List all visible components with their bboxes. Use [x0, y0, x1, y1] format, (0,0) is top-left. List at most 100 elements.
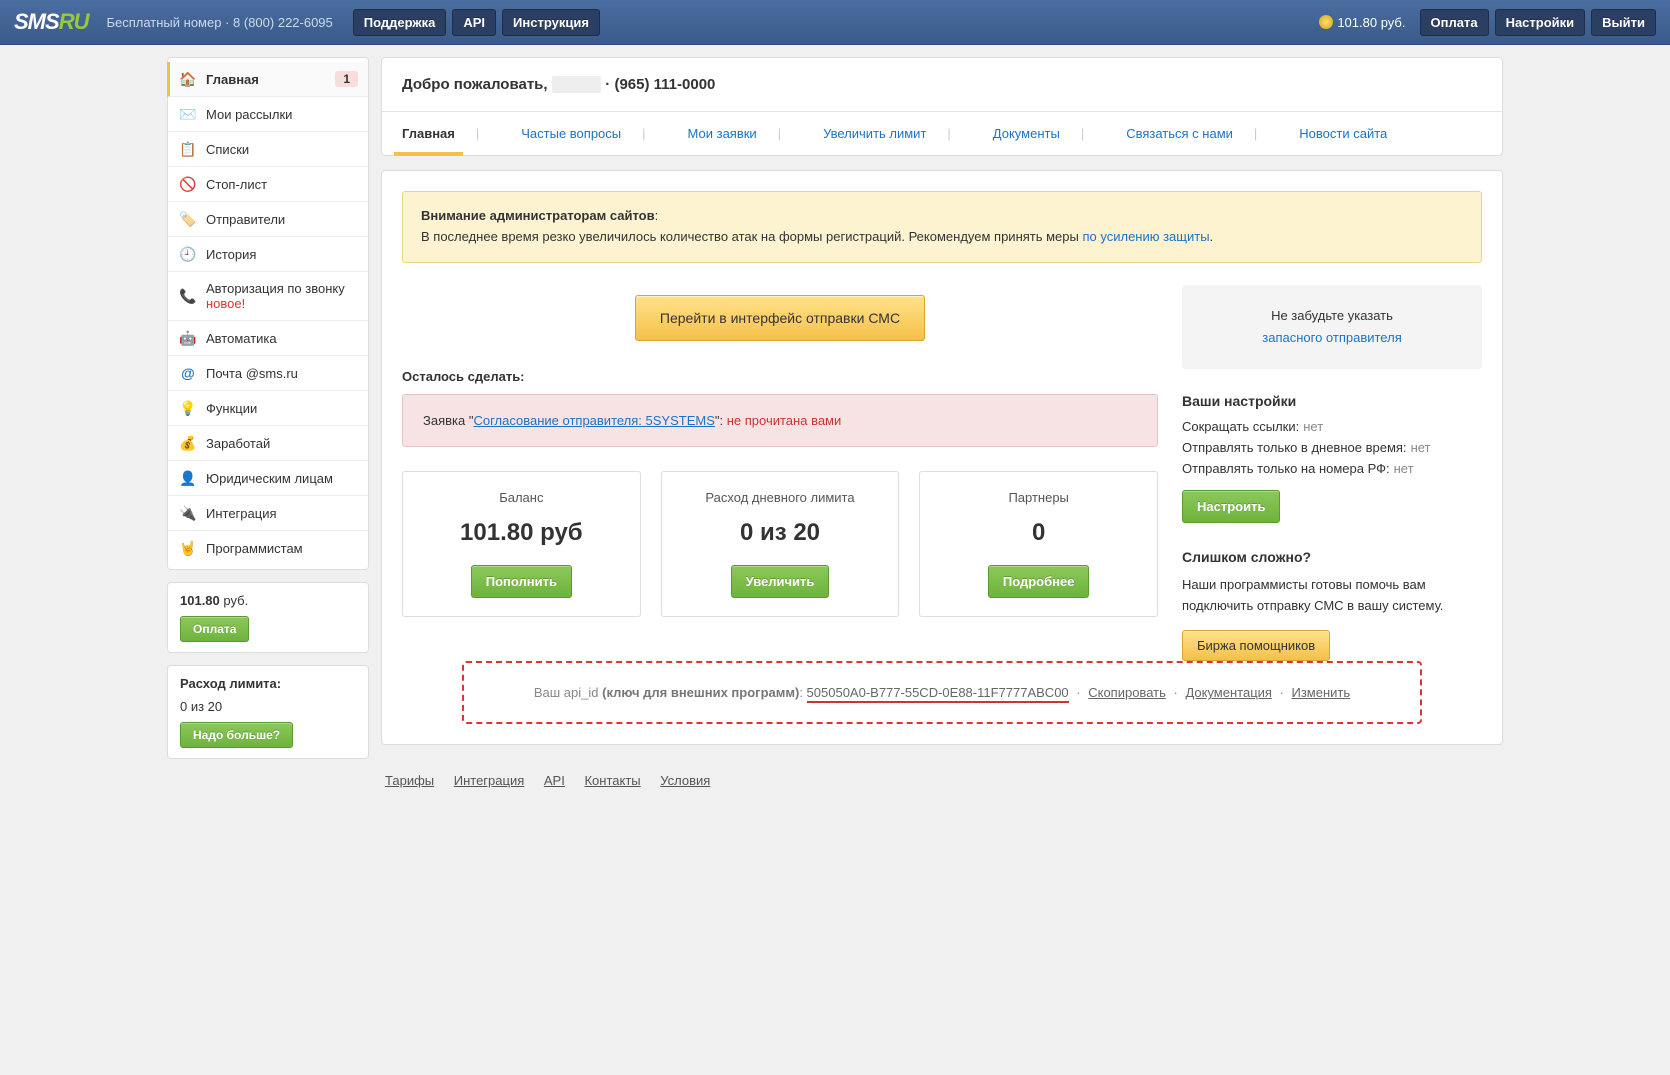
api-key-value: 505050A0-B777-55CD-0E88-11F7777ABC00: [807, 685, 1069, 703]
sidebar-item-label: Автоматика: [206, 331, 277, 346]
robot-icon: 🤖: [180, 330, 196, 346]
goto-sms-interface-button[interactable]: Перейти в интерфейс отправки СМС: [635, 295, 925, 341]
sidebar-item-label: Юридическим лицам: [206, 471, 333, 486]
home-icon: 🏠: [180, 71, 196, 87]
main-content: Добро пожаловать, xxxx · (965) 111-0000 …: [381, 57, 1503, 802]
sidebar-item-label: Программистам: [206, 541, 303, 556]
sidebar-item-developers[interactable]: 🤘 Программистам: [168, 531, 368, 565]
sidebar-item-label: Отправители: [206, 212, 285, 227]
sidebar-item-legal[interactable]: 👤 Юридическим лицам: [168, 461, 368, 496]
api-change-link[interactable]: Изменить: [1292, 685, 1351, 700]
sidebar-item-label: Почта @sms.ru: [206, 366, 298, 381]
footer-link[interactable]: Тарифы: [385, 773, 434, 788]
topbar-balance: 101.80 руб.: [1319, 15, 1405, 30]
sidebar-item-label: История: [206, 247, 256, 262]
topbar: SMSRU Бесплатный номер · 8 (800) 222-609…: [0, 0, 1670, 45]
tab-docs[interactable]: Документы: [993, 112, 1060, 155]
sidebar-item-home[interactable]: 🏠 Главная 1: [167, 62, 368, 97]
logout-button[interactable]: Выйти: [1591, 9, 1656, 36]
instruction-button[interactable]: Инструкция: [502, 9, 600, 36]
tag-icon: 🏷️: [180, 211, 196, 227]
sidebar-item-label: Авторизация по звонку новое!: [206, 281, 356, 311]
card-limit: Расход дневного лимита 0 из 20 Увеличить: [661, 471, 900, 617]
sidebar-limit-button[interactable]: Надо больше?: [180, 722, 293, 748]
phone-icon: 📞: [180, 288, 196, 304]
sidebar-item-label: Главная: [206, 72, 259, 87]
tab-requests[interactable]: Мои заявки: [688, 112, 757, 155]
api-docs-link[interactable]: Документация: [1185, 685, 1272, 700]
envelope-icon: ✉️: [180, 106, 196, 122]
sidebar-item-stoplist[interactable]: 🚫 Стоп-лист: [168, 167, 368, 202]
hand-icon: 🤘: [180, 540, 196, 556]
todo-title: Осталось сделать:: [402, 369, 1158, 384]
increase-limit-button[interactable]: Увеличить: [731, 565, 830, 598]
logo[interactable]: SMSRU: [14, 9, 88, 35]
api-key-box: Ваш api_id (ключ для внешних программ): …: [462, 661, 1422, 724]
sidebar-balance-value: 101.80 руб.: [180, 593, 356, 608]
helpers-marketplace-button[interactable]: Биржа помощников: [1182, 630, 1330, 661]
your-settings: Ваши настройки Сокращать ссылки:нет Отпр…: [1182, 393, 1482, 523]
free-number-label: Бесплатный номер · 8 (800) 222-6095: [106, 15, 332, 30]
tab-faq[interactable]: Частые вопросы: [521, 112, 621, 155]
sidebar-item-lists[interactable]: 📋 Списки: [168, 132, 368, 167]
sidebar-item-history[interactable]: 🕘 История: [168, 237, 368, 272]
notice-link[interactable]: по усилению защиты: [1082, 229, 1209, 244]
tabs: Главная | Частые вопросы | Мои заявки | …: [382, 112, 1502, 155]
too-complex-block: Слишком сложно? Наши программисты готовы…: [1182, 549, 1482, 662]
money-icon: 💰: [180, 435, 196, 451]
sidebar-limit-title: Расход лимита:: [180, 676, 356, 691]
stop-icon: 🚫: [180, 176, 196, 192]
tab-main[interactable]: Главная: [402, 112, 455, 155]
sidebar-item-mail[interactable]: @ Почта @sms.ru: [168, 356, 368, 391]
sidebar-item-label: Мои рассылки: [206, 107, 292, 122]
sidebar-item-label: Стоп-лист: [206, 177, 267, 192]
sidebar-item-label: Списки: [206, 142, 249, 157]
sidebar-item-callauth[interactable]: 📞 Авторизация по звонку новое!: [168, 272, 368, 321]
footer-link[interactable]: Контакты: [584, 773, 640, 788]
plug-icon: 🔌: [180, 505, 196, 521]
settings-button[interactable]: Настройки: [1495, 9, 1586, 36]
sidebar-limit-value: 0 из 20: [180, 699, 356, 714]
sidebar-item-functions[interactable]: 💡 Функции: [168, 391, 368, 426]
clock-icon: 🕘: [180, 246, 196, 262]
request-notice: Заявка "Согласование отправителя: 5SYSTE…: [402, 394, 1158, 447]
footer-link[interactable]: Интеграция: [454, 773, 525, 788]
configure-button[interactable]: Настроить: [1182, 490, 1280, 523]
sidebar: 🏠 Главная 1 ✉️ Мои рассылки 📋 Списки 🚫 С…: [167, 57, 369, 771]
card-balance: Баланс 101.80 руб Пополнить: [402, 471, 641, 617]
sidebar-badge: 1: [335, 71, 358, 87]
sidebar-item-automation[interactable]: 🤖 Автоматика: [168, 321, 368, 356]
partners-more-button[interactable]: Подробнее: [988, 565, 1090, 598]
footer-link[interactable]: API: [544, 773, 565, 788]
coin-icon: [1319, 15, 1333, 29]
topup-button[interactable]: Пополнить: [471, 565, 572, 598]
footer: Тарифы Интеграция API Контакты Условия: [381, 759, 1503, 802]
sidebar-item-senders[interactable]: 🏷️ Отправители: [168, 202, 368, 237]
support-button[interactable]: Поддержка: [353, 9, 447, 36]
card-partners: Партнеры 0 Подробнее: [919, 471, 1158, 617]
tab-contact[interactable]: Связаться с нами: [1126, 112, 1233, 155]
at-icon: @: [180, 365, 196, 381]
welcome-header: Добро пожаловать, xxxx · (965) 111-0000: [382, 58, 1502, 112]
sidebar-payment-button[interactable]: Оплата: [180, 616, 249, 642]
person-icon: 👤: [180, 470, 196, 486]
backup-sender-reminder: Не забудьте указать запасного отправител…: [1182, 285, 1482, 369]
api-button[interactable]: API: [452, 9, 496, 36]
backup-sender-link[interactable]: запасного отправителя: [1262, 330, 1401, 345]
footer-link[interactable]: Условия: [660, 773, 710, 788]
payment-button[interactable]: Оплата: [1420, 9, 1489, 36]
sidebar-item-integration[interactable]: 🔌 Интеграция: [168, 496, 368, 531]
api-copy-link[interactable]: Скопировать: [1088, 685, 1166, 700]
sidebar-item-label: Интеграция: [206, 506, 277, 521]
sidebar-item-earn[interactable]: 💰 Заработай: [168, 426, 368, 461]
bulb-icon: 💡: [180, 400, 196, 416]
sidebar-limit-box: Расход лимита: 0 из 20 Надо больше?: [167, 665, 369, 759]
sidebar-item-campaigns[interactable]: ✉️ Мои рассылки: [168, 97, 368, 132]
list-icon: 📋: [180, 141, 196, 157]
sidebar-balance-box: 101.80 руб. Оплата: [167, 582, 369, 653]
tab-news[interactable]: Новости сайта: [1299, 112, 1387, 155]
admin-notice: Внимание администраторам сайтов: В после…: [402, 191, 1482, 263]
tab-limit[interactable]: Увеличить лимит: [823, 112, 926, 155]
sidebar-item-label: Заработай: [206, 436, 270, 451]
request-link[interactable]: Согласование отправителя: 5SYSTEMS: [473, 413, 714, 428]
